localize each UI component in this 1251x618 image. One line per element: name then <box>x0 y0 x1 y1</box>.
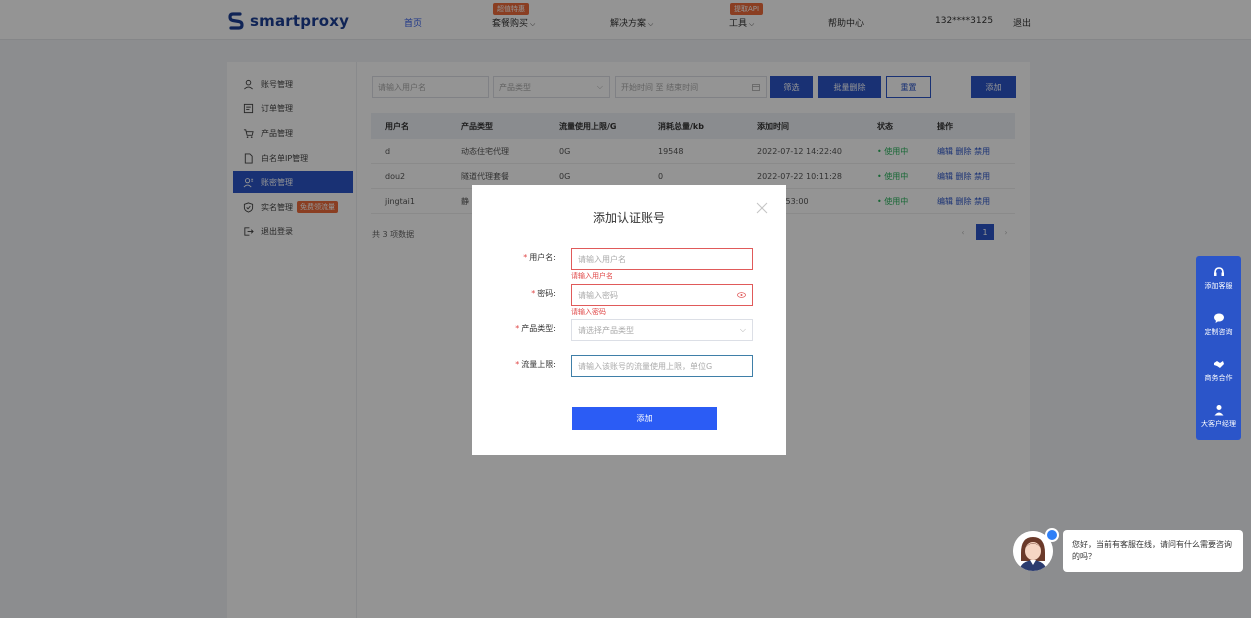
headset-icon <box>1213 266 1224 276</box>
traffic-limit-input[interactable]: 请输入该账号的流量使用上限，单位G <box>571 355 753 377</box>
float-business[interactable]: 商务合作 <box>1196 350 1241 390</box>
password-label-text: 密码: <box>537 289 556 298</box>
product-type-dropdown[interactable]: 请选择产品类型 ⌵ <box>571 319 753 341</box>
add-account-modal: 添加认证账号 * 用户名: 请输入用户名 请输入用户名 * 密码: 请输入密码 请输… <box>472 185 786 455</box>
password-placeholder: 请输入密码 <box>578 290 618 300</box>
float-add-support[interactable]: 添加客服 <box>1196 258 1241 298</box>
float-label: 商务合作 <box>1204 373 1233 382</box>
close-icon[interactable] <box>756 202 768 214</box>
modal-title: 添加认证账号 <box>592 211 665 225</box>
float-label: 大客户经理 <box>1201 419 1236 428</box>
required-mark: * <box>515 360 520 369</box>
required-mark: * <box>523 253 528 262</box>
username-placeholder: 请输入用户名 <box>578 254 626 264</box>
username-label: * 用户名: <box>472 252 556 263</box>
float-label: 定制咨询 <box>1204 327 1233 336</box>
password-label: * 密码: <box>472 288 556 299</box>
required-mark: * <box>531 289 536 298</box>
traffic-limit-label-text: 流量上限: <box>521 360 556 369</box>
traffic-limit-placeholder: 请输入该账号的流量使用上限，单位G <box>578 361 713 371</box>
online-indicator <box>1045 528 1059 542</box>
product-type-label: * 产品类型: <box>472 323 556 334</box>
username-label-text: 用户名: <box>529 253 556 262</box>
submit-add-button[interactable]: 添加 <box>572 407 717 430</box>
eye-icon[interactable] <box>737 292 746 298</box>
password-error: 请输入密码 <box>571 308 606 316</box>
username-error: 请输入用户名 <box>571 272 613 280</box>
traffic-limit-label: * 流量上限: <box>472 359 556 370</box>
floating-service-bar: 添加客服 定制咨询 商务合作 大客户经理 <box>1196 256 1241 440</box>
chat-icon <box>1213 313 1224 323</box>
username-input[interactable]: 请输入用户名 <box>571 248 753 270</box>
required-mark: * <box>515 324 520 333</box>
float-account-manager[interactable]: 大客户经理 <box>1196 396 1241 436</box>
password-input[interactable]: 请输入密码 <box>571 284 753 306</box>
float-label: 添加客服 <box>1204 281 1233 290</box>
product-type-dropdown-placeholder: 请选择产品类型 <box>578 325 634 335</box>
product-type-label-text: 产品类型: <box>521 324 556 333</box>
chevron-down-icon: ⌵ <box>739 325 746 334</box>
float-custom-consult[interactable]: 定制咨询 <box>1196 304 1241 344</box>
chat-greeting-bubble[interactable]: 您好，当前有客服在线，请问有什么需要咨询的吗？ <box>1063 530 1243 572</box>
handshake-icon <box>1213 360 1224 368</box>
manager-icon <box>1214 404 1223 415</box>
